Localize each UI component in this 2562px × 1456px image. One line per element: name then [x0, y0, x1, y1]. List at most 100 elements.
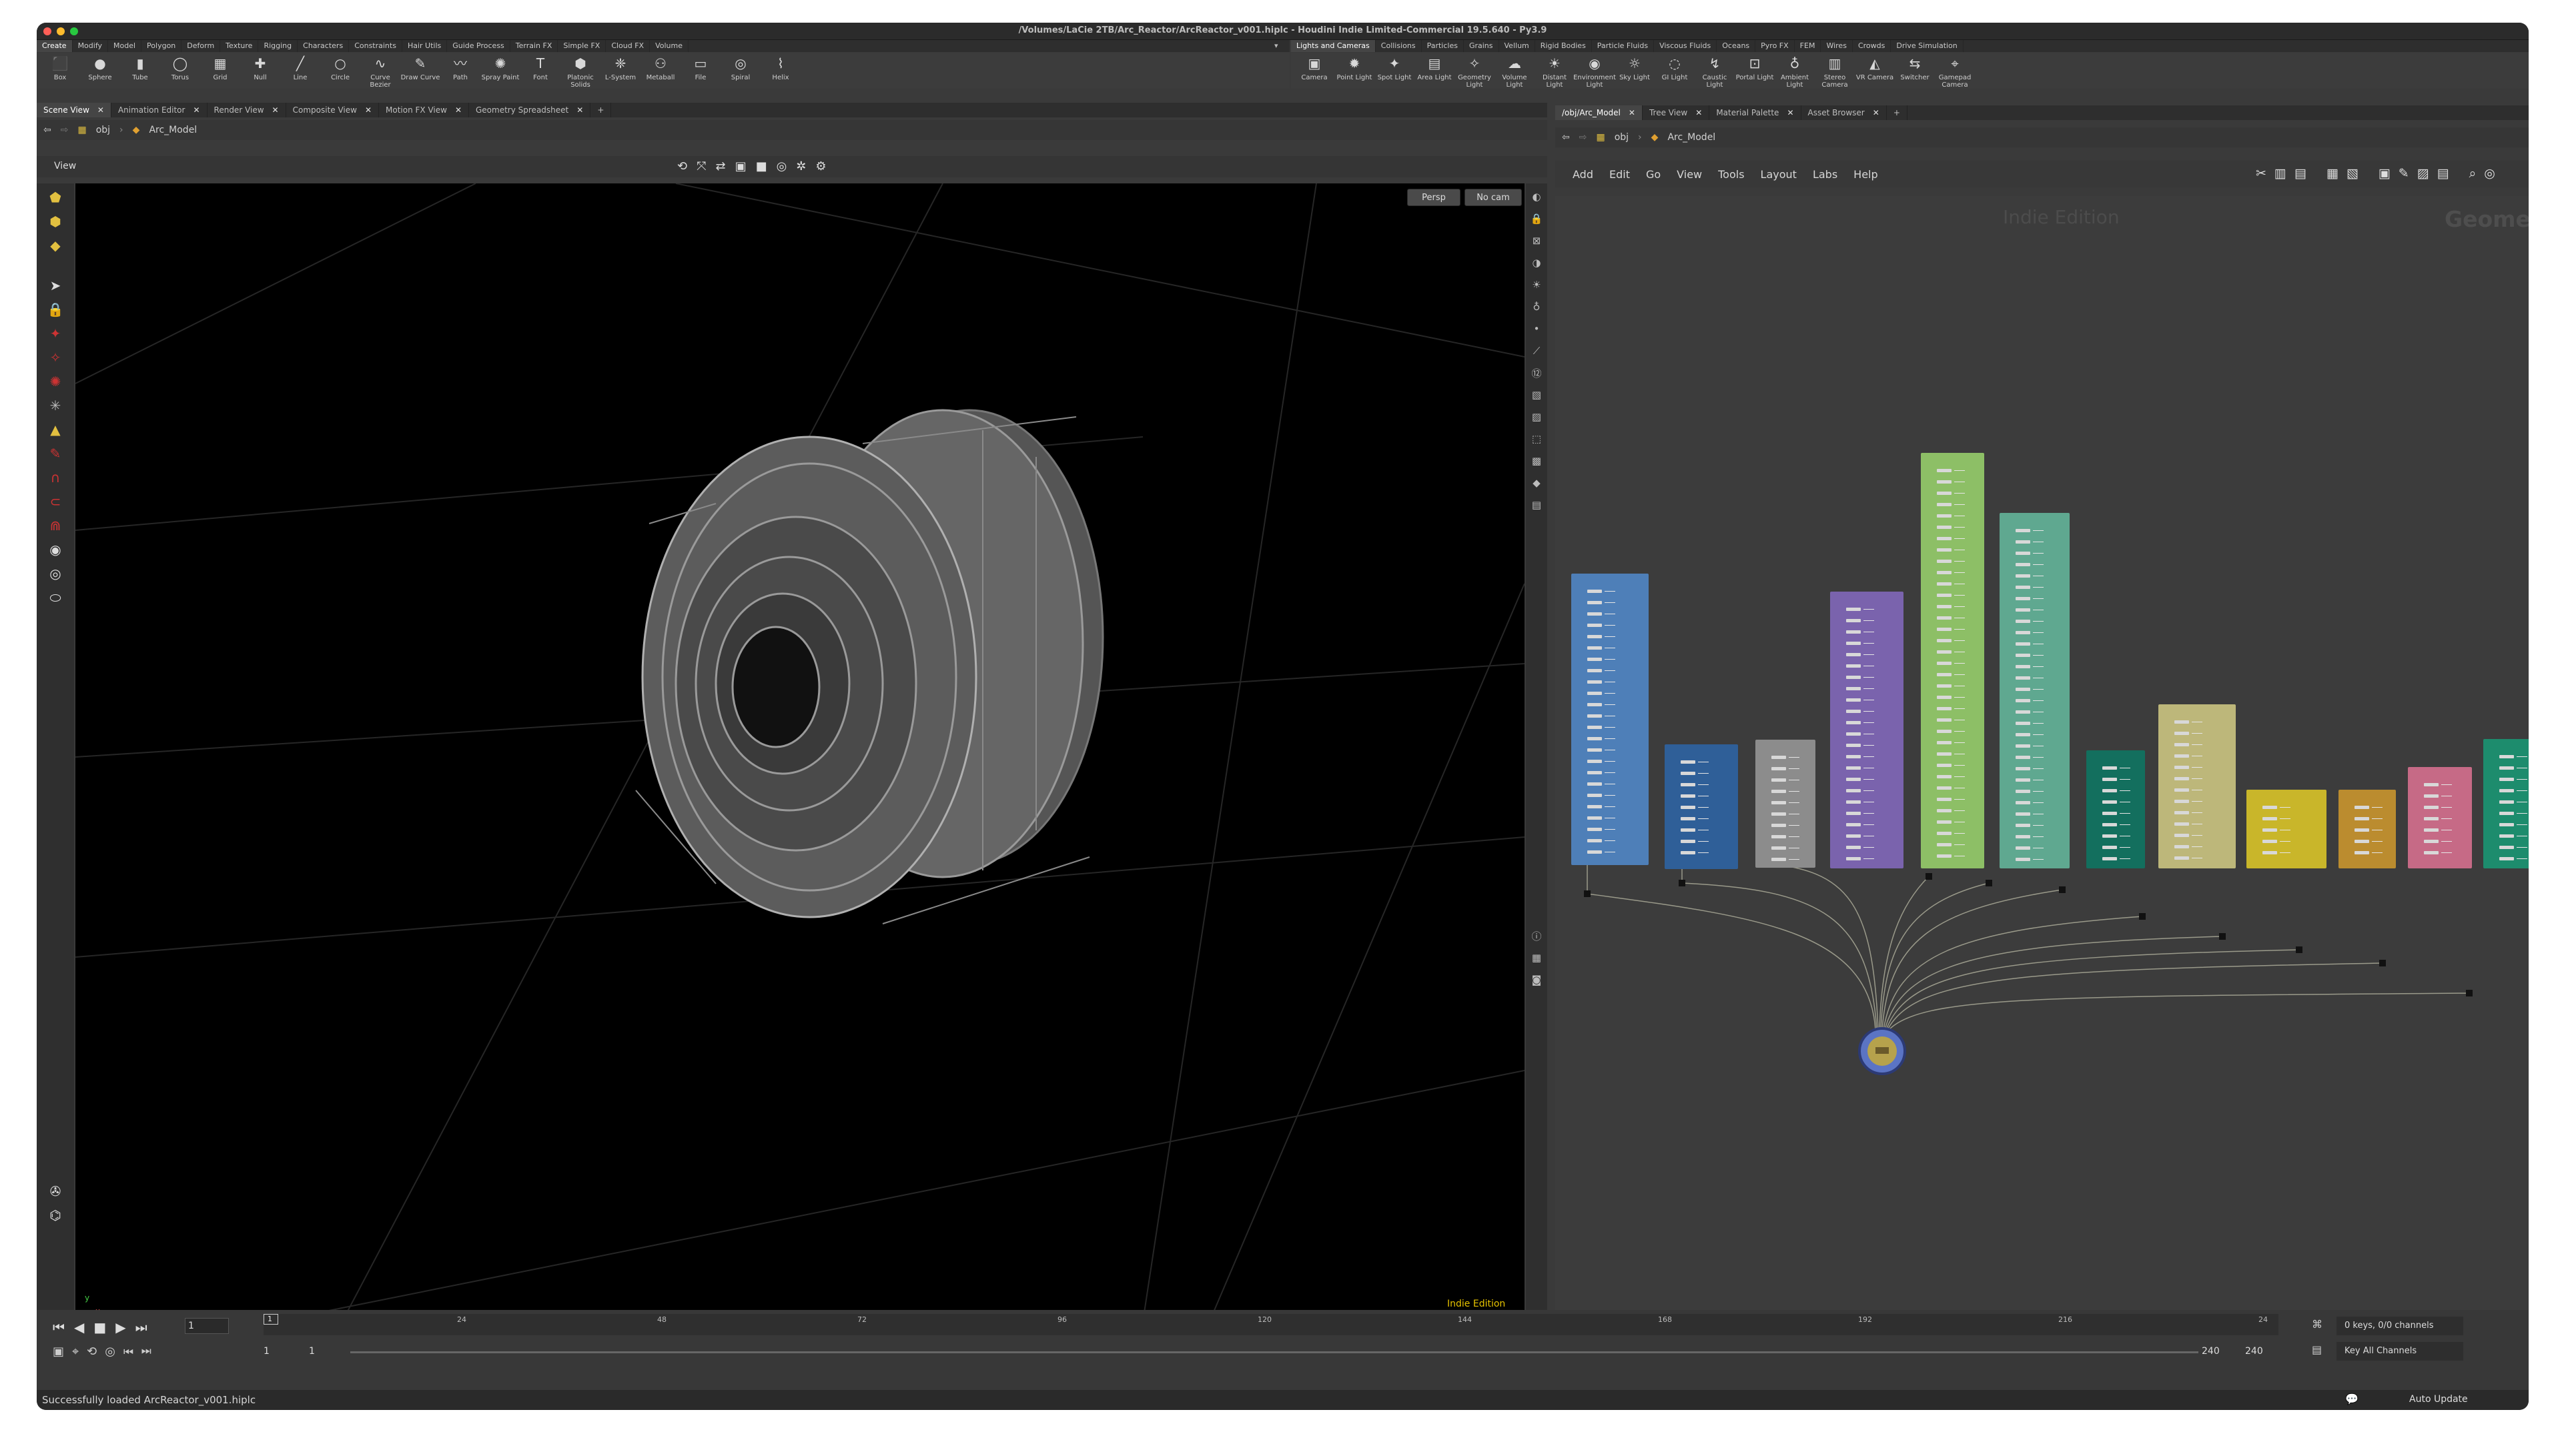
viewport-display-icons[interactable]: ⟲⤧⇄▣■◎✲⚙ [677, 159, 836, 173]
snap-icon[interactable]: ⊂ [45, 492, 65, 512]
shelf-tool[interactable]: ▥ Stereo Camera [1815, 53, 1855, 89]
keys-channels-menu[interactable]: 0 keys, 0/0 channels [2336, 1317, 2463, 1335]
brush-icon[interactable]: ✎ [45, 444, 65, 464]
path-context[interactable]: obj [96, 125, 110, 135]
view-menu-label[interactable]: View [54, 161, 76, 171]
network-menu-item[interactable]: View [1677, 168, 1702, 181]
comment-icon[interactable]: 💬 [2345, 1393, 2359, 1405]
network-menu-item[interactable]: Add [1573, 168, 1593, 181]
net-back-arrow-icon[interactable]: ⇦ [1562, 132, 1570, 143]
numbers-icon[interactable]: ⑫ [1528, 364, 1545, 382]
frame-marker[interactable]: 1 [264, 1314, 278, 1325]
shelf-tool[interactable]: ◎ Spiral [721, 53, 761, 89]
close-tab-icon[interactable]: ✕ [455, 105, 462, 115]
shading-icon[interactable]: ◑ [1528, 254, 1545, 271]
shelf-tool[interactable]: ✦ Spot Light [1374, 53, 1414, 89]
close-tab-icon[interactable]: ✕ [193, 105, 199, 115]
shelf-tab[interactable]: Texture [220, 40, 259, 52]
background-icon[interactable]: ▤ [1528, 496, 1545, 514]
network-menu-item[interactable]: Tools [1718, 168, 1744, 181]
network-menu-item[interactable]: Labs [1813, 168, 1837, 181]
network-view-icons[interactable]: ✂▥▤ ▦▧ ▣✎▨▤ ⌕◎ [2256, 166, 2503, 181]
shelf-tool[interactable]: 〰 Path [440, 53, 480, 89]
shelf-tab[interactable]: Lights and Cameras [1291, 40, 1376, 52]
shelf-tab[interactable]: Drive Simulation [1891, 40, 1964, 52]
channel-icon[interactable]: ▤ [2312, 1343, 2322, 1356]
net-path-node[interactable]: Arc_Model [1667, 132, 1715, 143]
shelf-tool[interactable]: ▮ Tube [120, 53, 160, 89]
auto-update-menu[interactable]: Auto Update [2409, 1394, 2468, 1405]
shelf-tool[interactable]: ✎ Draw Curve [400, 53, 440, 89]
shelf-tab[interactable]: Hair Utils [402, 40, 448, 52]
shelf-tool[interactable]: ○ Circle [320, 53, 360, 89]
shelf-tool[interactable]: ⬛ Box [40, 53, 80, 89]
render-region-icon[interactable]: ✇ [45, 1181, 65, 1201]
shelf-tool[interactable]: ▦ Grid [200, 53, 240, 89]
shelf-tool[interactable]: ● Sphere [80, 53, 120, 89]
pane-tab[interactable]: Animation Editor ✕ [111, 103, 207, 117]
net-forward-arrow-icon[interactable]: ⇨ [1579, 132, 1587, 143]
geometry-node-purple[interactable] [1830, 592, 1903, 868]
shelf-dropdown-icon[interactable]: ▾ [1274, 41, 1278, 50]
back-arrow-icon[interactable]: ⇦ [43, 125, 51, 135]
normals-icon[interactable]: ⟋ [1528, 342, 1545, 359]
select-icon[interactable]: ⬟ [45, 187, 65, 207]
playback-controls[interactable]: ⏮◀■▶⏭ [53, 1319, 157, 1335]
current-frame-field[interactable]: 1 [185, 1318, 229, 1334]
geometry-node-yellow[interactable] [2246, 790, 2326, 868]
snap-magnet-icon[interactable]: ⋒ [45, 516, 65, 536]
shelf-tool[interactable]: ◌ GI Light [1655, 53, 1695, 89]
flipbook-icon[interactable]: ⌬ [45, 1205, 65, 1225]
range-end-field[interactable]: 240 [2202, 1346, 2220, 1357]
geometry-display-icon[interactable]: ◆ [1528, 474, 1545, 492]
net-path-context[interactable]: obj [1615, 132, 1629, 143]
shelf-tool[interactable]: ✧ Geometry Light [1454, 53, 1494, 89]
shelf-tab[interactable]: Modify [73, 40, 109, 52]
key-all-channels-menu[interactable]: Key All Channels [2336, 1342, 2463, 1361]
shelf-tool[interactable]: ♁ Ambient Light [1775, 53, 1815, 89]
close-tab-icon[interactable]: ✕ [1629, 108, 1635, 117]
shelf-tool[interactable]: ∿ Curve Bezier [360, 53, 400, 89]
bulb-icon[interactable]: ♁ [1528, 298, 1545, 315]
shelf-tool[interactable]: ☁ Volume Light [1494, 53, 1535, 89]
lock-camera-icon[interactable]: 🔒 [1528, 210, 1545, 227]
range-slider[interactable] [350, 1351, 2198, 1353]
close-tab-icon[interactable]: ✕ [365, 105, 372, 115]
lighting-icon[interactable]: ☀ [1528, 276, 1545, 293]
transform-icon[interactable]: ✺ [45, 372, 65, 392]
range-start-field-2[interactable]: 1 [309, 1346, 315, 1357]
shelf-tab[interactable]: Wires [1821, 40, 1853, 52]
forward-arrow-icon[interactable]: ⇨ [61, 125, 69, 135]
network-editor[interactable]: Indie Edition Geometry [1555, 196, 2529, 1321]
ghost-icon[interactable]: ▨ [1528, 408, 1545, 426]
shelf-tab[interactable]: Simple FX [558, 40, 606, 52]
shelf-tab[interactable]: Model [108, 40, 142, 52]
shelf-tool[interactable]: ◭ VR Camera [1855, 53, 1895, 89]
shelf-tool[interactable]: ✺ Spray Paint [480, 53, 520, 89]
pane-tab[interactable]: Material Palette ✕ [1709, 105, 1801, 120]
shelf-tab[interactable]: Deform [181, 40, 221, 52]
shelf-tool[interactable]: ❈ L-System [600, 53, 640, 89]
shelf-tab[interactable]: Oceans [1717, 40, 1756, 52]
key-icon[interactable]: ⌘ [2312, 1318, 2322, 1331]
geometry-node-khaki[interactable] [2158, 704, 2236, 868]
shelf-tool[interactable]: ☀ Distant Light [1535, 53, 1575, 89]
shelf-tool[interactable]: ↯ Caustic Light [1695, 53, 1735, 89]
shelf-tab[interactable]: Characters [298, 40, 350, 52]
scene-viewport[interactable]: Persp No cam Indie Edition y x [75, 183, 1525, 1321]
shelf-tab[interactable]: FEM [1795, 40, 1821, 52]
shelf-tool[interactable]: ⌇ Helix [761, 53, 801, 89]
pivot-icon[interactable]: ▲ [45, 420, 65, 440]
pose-icon[interactable]: ✳ [45, 396, 65, 416]
shelf-tool[interactable]: ▣ Camera [1294, 53, 1334, 89]
texture-icon[interactable]: ▩ [1528, 452, 1545, 470]
network-menu-item[interactable]: Layout [1761, 168, 1797, 181]
close-tab-icon[interactable]: ✕ [576, 105, 583, 115]
close-tab-icon[interactable]: ✕ [1695, 108, 1702, 117]
pane-tab[interactable]: Motion FX View ✕ [379, 103, 469, 117]
shelf-tab[interactable]: Terrain FX [510, 40, 558, 52]
pane-tab[interactable]: Scene View ✕ [37, 103, 111, 117]
template-icon[interactable]: ▧ [1528, 386, 1545, 404]
shelf-tool[interactable]: ▭ File [681, 53, 721, 89]
handle-icon[interactable]: ✦ [45, 323, 65, 343]
